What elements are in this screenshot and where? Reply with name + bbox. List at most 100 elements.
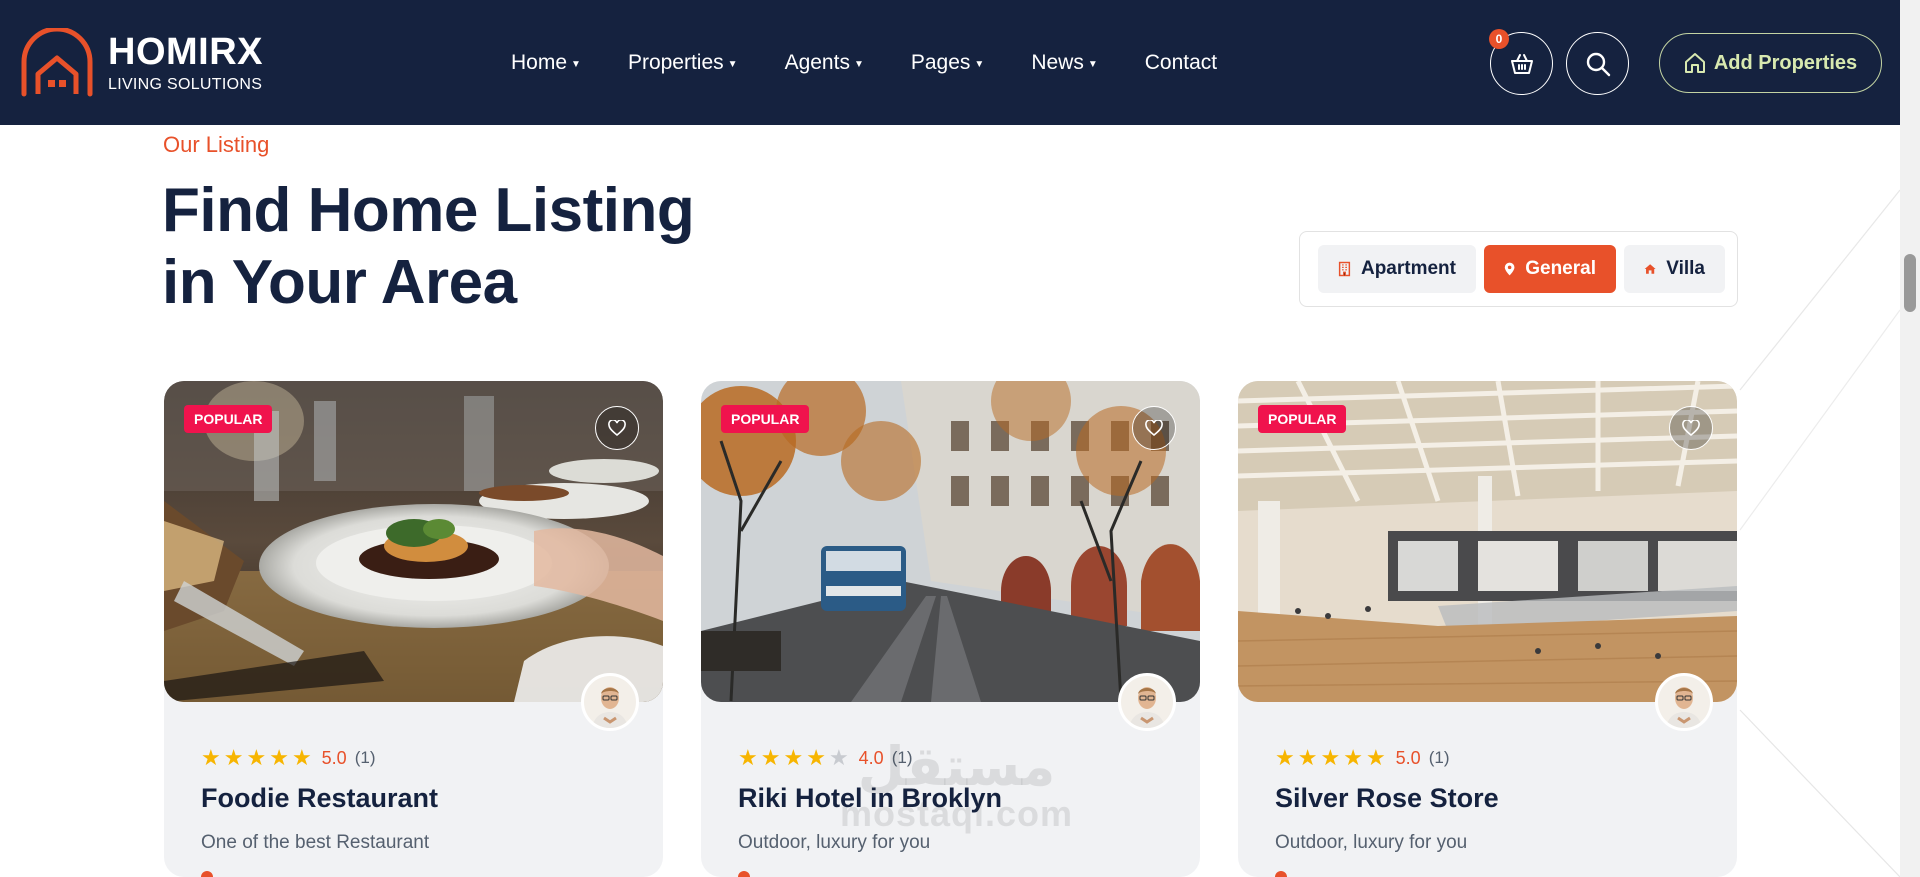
star-icon: ★ <box>1343 745 1363 770</box>
star-icon: ★ <box>269 745 289 770</box>
listing-filter-tabs: Apartment General Villa <box>1299 231 1738 307</box>
building-icon <box>1338 261 1351 277</box>
agent-avatar[interactable] <box>1118 673 1176 731</box>
home-icon <box>1644 264 1656 274</box>
listing-card[interactable]: POPULAR ★ ★ ★ ★ ★ 4.0 (1) Riki Hotel in Brok… <box>701 381 1200 877</box>
listing-title[interactable]: Foodie Restaurant <box>201 783 438 814</box>
location-pin-icon <box>201 871 213 877</box>
map-pin-icon <box>1504 262 1515 276</box>
agent-photo <box>1658 676 1710 728</box>
location-pin-icon <box>1275 871 1287 877</box>
star-icon: ★ <box>246 745 267 770</box>
review-count: (1) <box>1428 748 1450 767</box>
add-properties-button[interactable]: Add Properties <box>1659 33 1882 93</box>
listing-image[interactable]: POPULAR <box>164 381 663 702</box>
listing-description: One of the best Restaurant <box>201 832 430 853</box>
favorite-button[interactable] <box>1132 406 1176 450</box>
rating: ★ ★ ★ ★ ★ 4.0 (1) <box>738 745 1002 771</box>
review-count: (1) <box>891 748 913 767</box>
tab-apartment[interactable]: Apartment <box>1318 245 1476 293</box>
rating-value: 5.0 <box>321 747 347 768</box>
cart-button[interactable]: 0 <box>1489 29 1553 95</box>
page-scrollbar[interactable] <box>1900 0 1920 877</box>
tab-label: Villa <box>1666 258 1705 279</box>
star-icon: ★ <box>1320 745 1341 770</box>
popular-badge: POPULAR <box>721 405 810 433</box>
location-pin-icon <box>738 871 750 877</box>
cart-count-badge: 0 <box>1489 29 1509 49</box>
nav-label: News <box>1031 50 1084 74</box>
headline-line-2: in Your Area <box>162 248 517 317</box>
tab-label: Apartment <box>1360 258 1456 279</box>
nav-item-properties[interactable]: Properties ▼ <box>628 51 738 75</box>
listing-description: Outdoor, luxury for you <box>1275 832 1468 853</box>
star-icon: ★ <box>223 745 244 770</box>
chevron-down-icon: ▼ <box>571 59 581 70</box>
favorite-button[interactable] <box>1669 406 1713 450</box>
popular-badge: POPULAR <box>1258 405 1347 433</box>
brand-tagline: LIVING SOLUTIONS <box>108 76 263 93</box>
nav-item-contact[interactable]: Contact <box>1145 51 1217 75</box>
agent-photo <box>584 676 636 728</box>
tab-villa[interactable]: Villa <box>1624 245 1725 293</box>
search-button[interactable] <box>1566 32 1629 95</box>
house-logo-icon <box>21 28 93 97</box>
section-headline: Find Home Listing in Your Area <box>162 175 695 319</box>
star-icon: ★ <box>806 745 826 770</box>
search-icon <box>1586 52 1610 76</box>
chevron-down-icon: ▼ <box>974 59 985 70</box>
nav-label: Contact <box>1144 50 1218 74</box>
nav-item-pages[interactable]: Pages ▼ <box>911 51 984 75</box>
basket-icon <box>1510 53 1533 74</box>
home-outline-icon <box>1684 53 1705 73</box>
listing-title[interactable]: Silver Rose Store <box>1275 783 1499 814</box>
chevron-down-icon: ▼ <box>727 59 738 70</box>
listing-details: ★ ★ ★ ★ ★ 5.0 (1) Foodie Restaurant One of t… <box>201 745 438 854</box>
rating: ★ ★ ★ ★ ★ 5.0 (1) <box>1275 745 1499 771</box>
listing-card[interactable]: POPULAR ★ ★ ★ ★ ★ 5.0 (1) Foodie Restaurant … <box>164 381 663 877</box>
favorite-button[interactable] <box>595 406 639 450</box>
logo[interactable]: HOMIRX LIVING SOLUTIONS <box>18 28 263 98</box>
rating: ★ ★ ★ ★ ★ 5.0 (1) <box>201 745 438 771</box>
tab-general[interactable]: General <box>1484 245 1616 293</box>
star-icon: ★ <box>738 745 758 770</box>
agent-photo <box>1121 676 1173 728</box>
popular-badge: POPULAR <box>184 405 273 433</box>
headline-line-1: Find Home Listing <box>162 176 695 245</box>
star-icon: ★ <box>291 745 312 770</box>
listing-image[interactable]: POPULAR <box>1238 381 1737 702</box>
nav-item-agents[interactable]: Agents ▼ <box>785 51 864 75</box>
site-header: HOMIRX LIVING SOLUTIONS Home ▼ Properties… <box>0 0 1900 125</box>
listing-details: ★ ★ ★ ★ ★ 4.0 (1) Riki Hotel in Broklyn Outd… <box>738 745 1002 854</box>
scrollbar-thumb[interactable] <box>1904 254 1916 312</box>
tab-label: General <box>1525 258 1596 279</box>
agent-avatar[interactable] <box>581 673 639 731</box>
listing-details: ★ ★ ★ ★ ★ 5.0 (1) Silver Rose Store Outdoor,… <box>1275 745 1499 854</box>
listing-card[interactable]: POPULAR ★ ★ ★ ★ ★ 5.0 (1) Silver Rose Store … <box>1238 381 1737 877</box>
section-eyebrow: Our Listing <box>163 132 270 157</box>
star-empty-icon: ★ <box>828 745 849 770</box>
heart-icon <box>1145 420 1163 436</box>
add-properties-label: Add Properties <box>1713 51 1858 74</box>
nav-item-news[interactable]: News ▼ <box>1031 51 1097 75</box>
star-icon: ★ <box>201 745 221 770</box>
heart-icon <box>608 420 626 436</box>
listing-description: Outdoor, luxury for you <box>738 832 931 853</box>
star-icon: ★ <box>1297 745 1318 770</box>
star-icon: ★ <box>1365 745 1386 770</box>
main-nav: Home ▼ Properties ▼ Agents ▼ Pages ▼ News ▼ C… <box>511 0 1264 125</box>
chevron-down-icon: ▼ <box>1087 59 1098 70</box>
review-count: (1) <box>354 748 376 767</box>
agent-avatar[interactable] <box>1655 673 1713 731</box>
listing-image[interactable]: POPULAR <box>701 381 1200 702</box>
nav-label: Home <box>511 50 568 74</box>
star-icon: ★ <box>1275 745 1295 770</box>
nav-label: Properties <box>627 50 724 74</box>
listing-title[interactable]: Riki Hotel in Broklyn <box>738 783 1002 814</box>
rating-value: 5.0 <box>1395 747 1421 768</box>
nav-item-home[interactable]: Home ▼ <box>511 51 581 75</box>
nav-label: Agents <box>784 50 850 74</box>
chevron-down-icon: ▼ <box>853 59 864 70</box>
rating-value: 4.0 <box>858 747 884 768</box>
star-icon: ★ <box>783 745 804 770</box>
